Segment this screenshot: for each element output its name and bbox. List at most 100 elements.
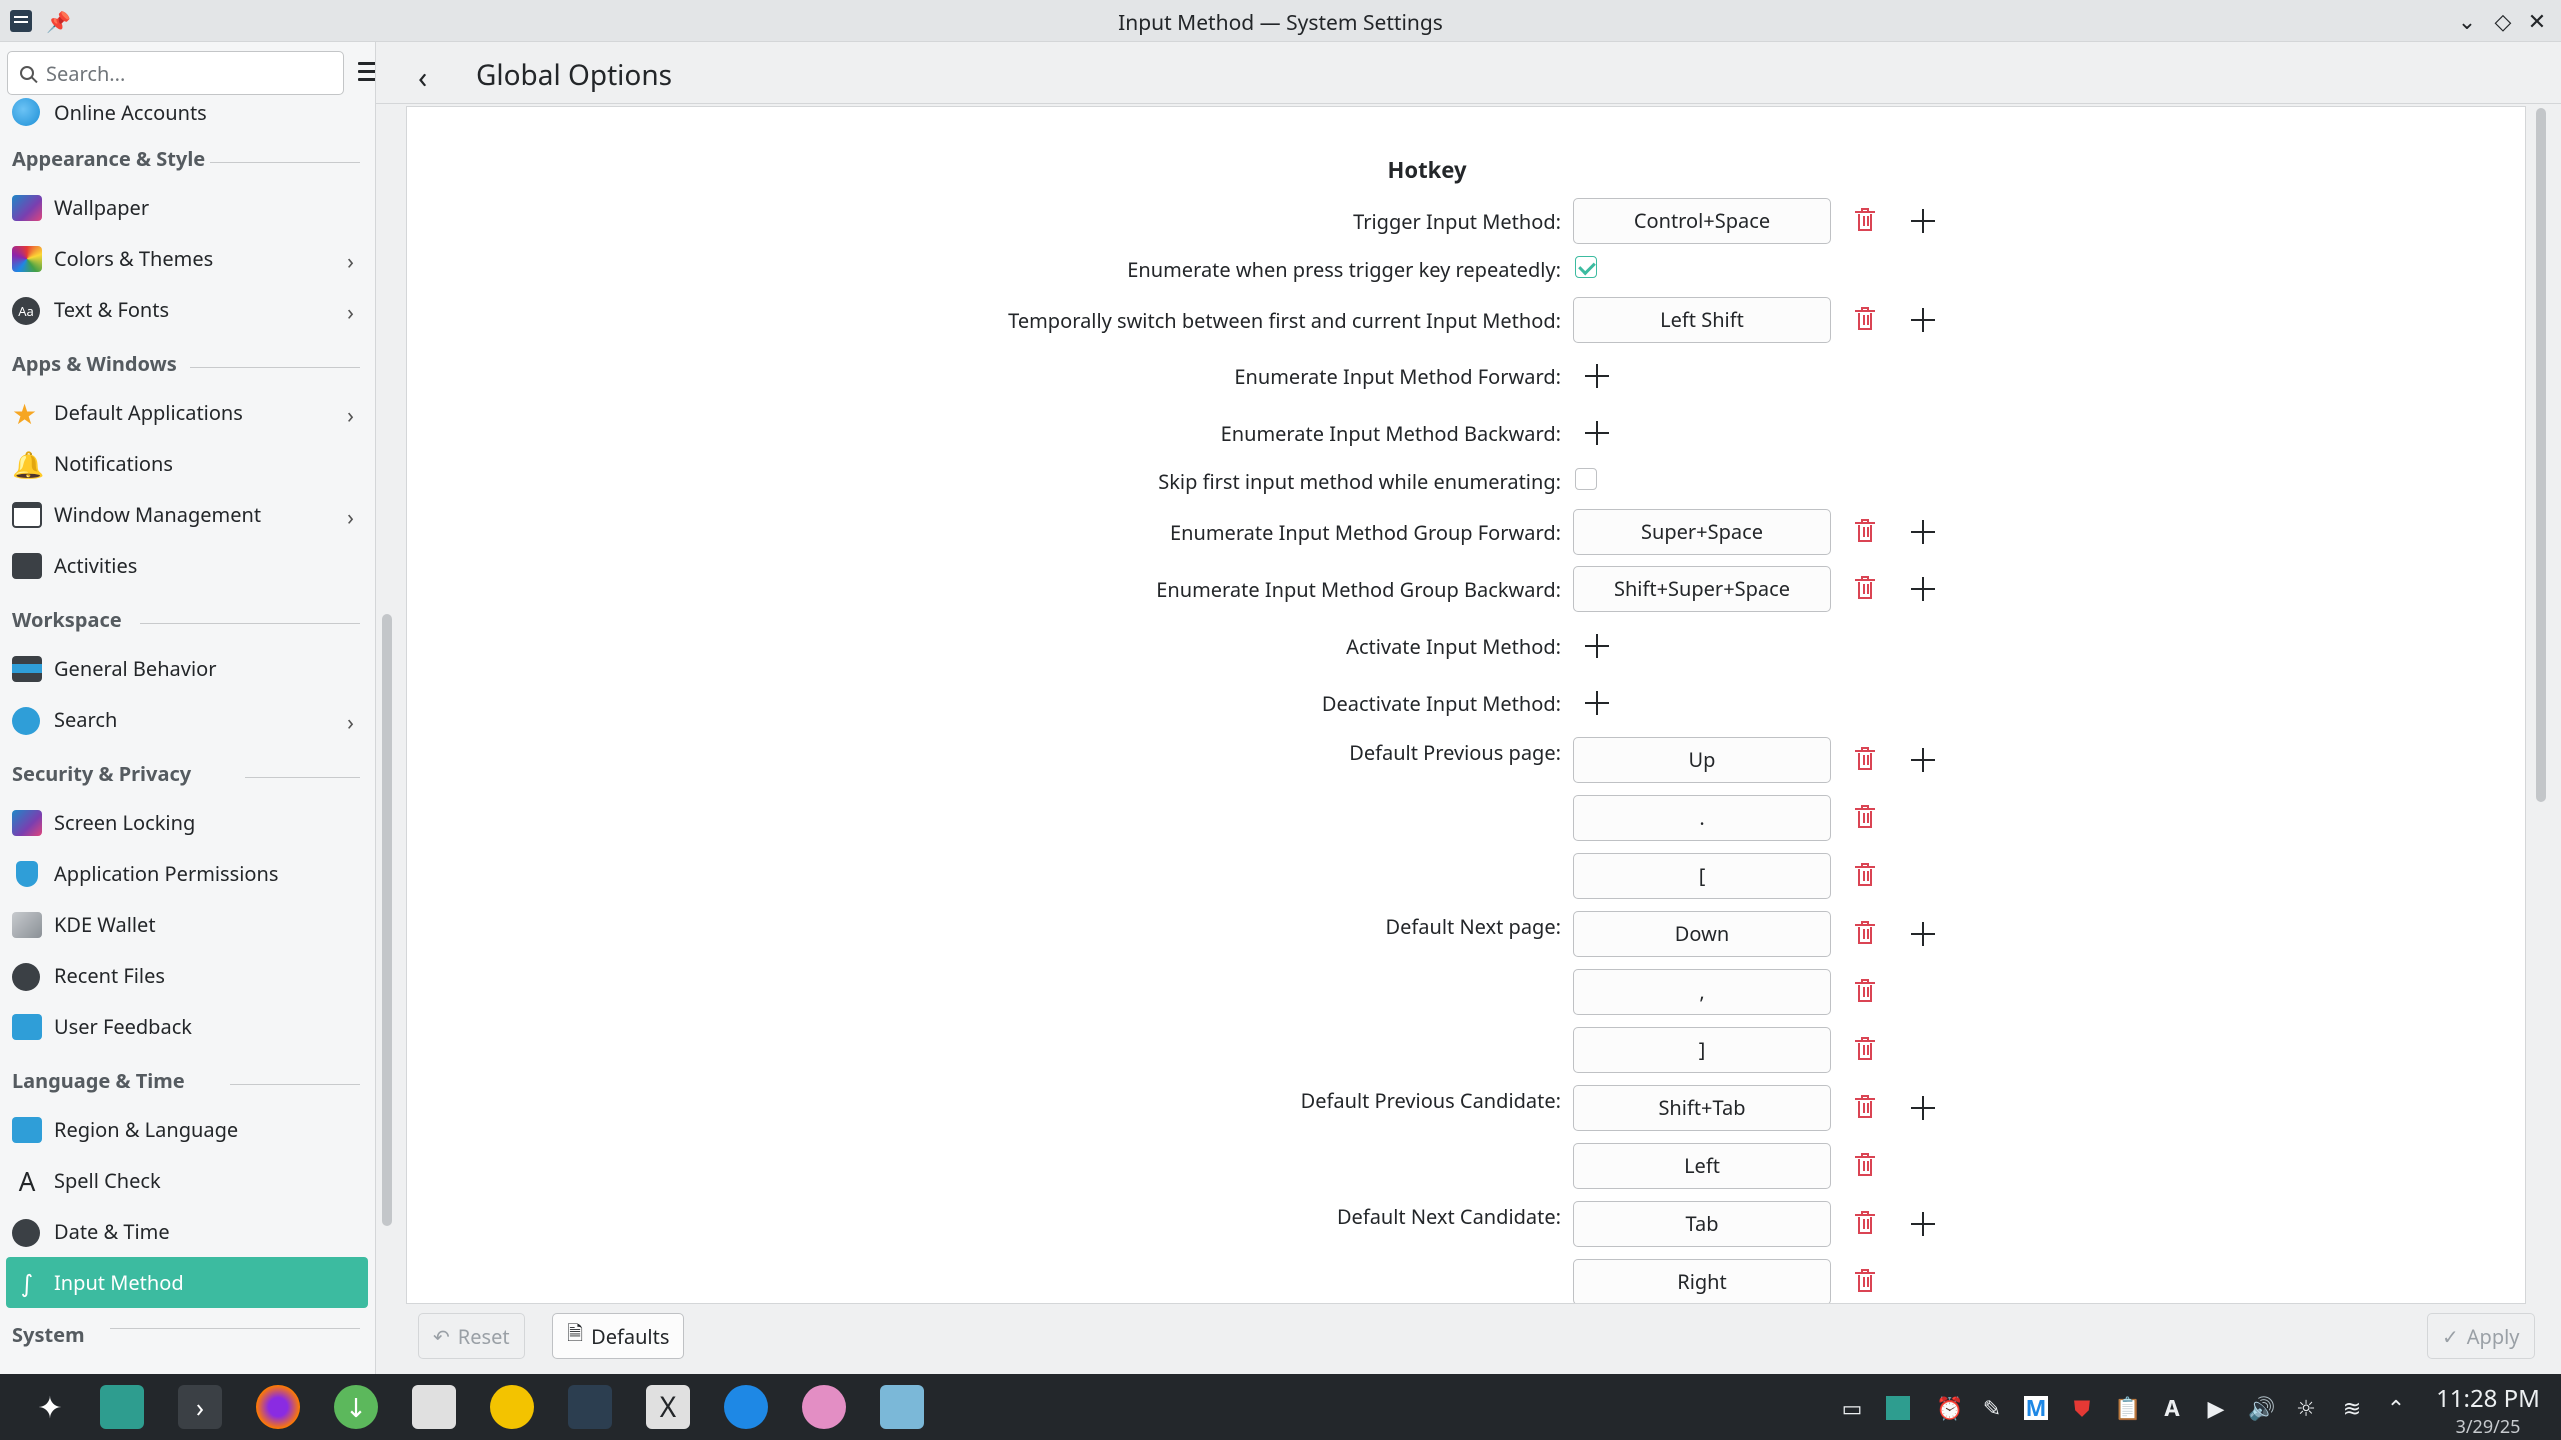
volume-icon[interactable]: 🔊 bbox=[2248, 1396, 2275, 1420]
trash-icon[interactable] bbox=[1855, 1153, 1875, 1177]
plus-icon[interactable] bbox=[1911, 1212, 1935, 1236]
sidebar-item-screen-locking[interactable]: Screen Locking bbox=[0, 797, 375, 848]
trash-icon[interactable] bbox=[1855, 1037, 1875, 1061]
plus-icon[interactable] bbox=[1911, 308, 1935, 332]
sidebar-item-default-applications[interactable]: ★ Default Applications › bbox=[0, 387, 375, 438]
trash-icon[interactable] bbox=[1855, 1095, 1875, 1119]
archive-icon[interactable] bbox=[412, 1385, 456, 1429]
next-page-key-button[interactable]: ] bbox=[1573, 1027, 1831, 1073]
trash-icon[interactable] bbox=[1855, 747, 1875, 771]
maximize-icon[interactable]: ◇ bbox=[2488, 6, 2518, 36]
system-settings-taskbar-icon[interactable] bbox=[568, 1385, 612, 1429]
x-app-icon[interactable]: X bbox=[646, 1385, 690, 1429]
prev-page-key-button[interactable]: [ bbox=[1573, 853, 1831, 899]
minimize-icon[interactable]: ⌄ bbox=[2452, 6, 2482, 36]
download-icon[interactable]: ↓ bbox=[334, 1385, 378, 1429]
sidebar-item-date-time[interactable]: Date & Time bbox=[0, 1206, 375, 1257]
enumerate-repeat-checkbox[interactable] bbox=[1575, 256, 1597, 278]
trash-icon[interactable] bbox=[1855, 863, 1875, 887]
chevron-up-icon[interactable]: ⌃ bbox=[2384, 1396, 2408, 1420]
chat-icon[interactable] bbox=[802, 1385, 846, 1429]
sidebar-item-window-management[interactable]: Window Management › bbox=[0, 489, 375, 540]
plus-icon[interactable] bbox=[1585, 691, 1609, 715]
media-player-icon[interactable] bbox=[490, 1385, 534, 1429]
sidebar-item-search[interactable]: Search › bbox=[0, 694, 375, 745]
plus-icon[interactable] bbox=[1911, 209, 1935, 233]
row-enumerate-repeat: Enumerate when press trigger key repeate… bbox=[407, 250, 2525, 296]
search-input[interactable]: Search... bbox=[7, 51, 344, 95]
temp-switch-key-button[interactable]: Left Shift bbox=[1573, 297, 1831, 343]
sidebar-item-online-accounts[interactable]: Online Accounts bbox=[0, 94, 375, 130]
media-play-icon[interactable]: ▶ bbox=[2204, 1396, 2228, 1420]
prev-candidate-key-button[interactable]: Shift+Tab bbox=[1573, 1085, 1831, 1131]
sidebar-item-application-permissions[interactable]: Application Permissions bbox=[0, 848, 375, 899]
back-arrow-icon[interactable]: ‹ bbox=[418, 56, 427, 97]
sidebar-item-spell-check[interactable]: A Spell Check bbox=[0, 1155, 375, 1206]
trigger-key-button[interactable]: Control+Space bbox=[1573, 198, 1831, 244]
content-scrollbar[interactable] bbox=[2536, 108, 2546, 802]
prev-page-key-button[interactable]: . bbox=[1573, 795, 1831, 841]
defaults-button[interactable]: 🗎 Defaults bbox=[552, 1313, 685, 1359]
sidebar-item-notifications[interactable]: 🔔 Notifications bbox=[0, 438, 375, 489]
trash-icon[interactable] bbox=[1855, 519, 1875, 543]
security-icon[interactable]: ⛊ bbox=[2070, 1396, 2094, 1420]
sidebar-item-recent-files[interactable]: Recent Files bbox=[0, 950, 375, 1001]
sidebar-item-general-behavior[interactable]: General Behavior bbox=[0, 643, 375, 694]
terminal-icon[interactable]: › bbox=[178, 1385, 222, 1429]
plus-icon[interactable] bbox=[1585, 421, 1609, 445]
sidebar-item-user-feedback[interactable]: User Feedback bbox=[0, 1001, 375, 1052]
plus-icon[interactable] bbox=[1911, 520, 1935, 544]
screenshot-icon[interactable] bbox=[880, 1385, 924, 1429]
brightness-icon[interactable]: ☼ bbox=[2294, 1396, 2318, 1420]
clipboard-icon[interactable]: 📋 bbox=[2114, 1396, 2141, 1420]
workspace-icon[interactable] bbox=[1886, 1396, 1910, 1420]
plus-icon[interactable] bbox=[1911, 748, 1935, 772]
trash-icon[interactable] bbox=[1855, 979, 1875, 1003]
prev-candidate-key-button[interactable]: Left bbox=[1573, 1143, 1831, 1189]
plus-icon[interactable] bbox=[1585, 364, 1609, 388]
trash-icon[interactable] bbox=[1855, 208, 1875, 232]
plus-icon[interactable] bbox=[1585, 634, 1609, 658]
next-page-key-button[interactable]: , bbox=[1573, 969, 1831, 1015]
next-candidate-key-button[interactable]: Right bbox=[1573, 1259, 1831, 1303]
reset-button[interactable]: ↶ Reset bbox=[418, 1313, 525, 1359]
browser-icon[interactable] bbox=[724, 1385, 768, 1429]
plus-icon[interactable] bbox=[1911, 577, 1935, 601]
trash-icon[interactable] bbox=[1855, 307, 1875, 331]
skip-first-checkbox[interactable] bbox=[1575, 468, 1597, 490]
plus-icon[interactable] bbox=[1911, 1096, 1935, 1120]
close-icon[interactable]: ✕ bbox=[2522, 6, 2552, 36]
app-launcher-icon[interactable]: ✦ bbox=[28, 1385, 72, 1429]
alarm-icon[interactable]: ⏰ bbox=[1936, 1396, 1963, 1420]
group-forward-key-button[interactable]: Super+Space bbox=[1573, 509, 1831, 555]
group-backward-key-button[interactable]: Shift+Super+Space bbox=[1573, 566, 1831, 612]
plus-icon[interactable] bbox=[1911, 922, 1935, 946]
next-candidate-key-button[interactable]: Tab bbox=[1573, 1201, 1831, 1247]
trash-icon[interactable] bbox=[1855, 805, 1875, 829]
sidebar-item-activities[interactable]: Activities bbox=[0, 540, 375, 591]
wifi-icon[interactable]: ≋ bbox=[2340, 1396, 2364, 1420]
trash-icon[interactable] bbox=[1855, 1269, 1875, 1293]
sidebar-item-text-fonts[interactable]: Aa Text & Fonts › bbox=[0, 284, 375, 335]
next-page-key-button[interactable]: Down bbox=[1573, 911, 1831, 957]
sidebar-item-kde-wallet[interactable]: KDE Wallet bbox=[0, 899, 375, 950]
row-activate: Activate Input Method: bbox=[407, 623, 2525, 669]
desktop-icon[interactable]: ▭ bbox=[1840, 1396, 1864, 1420]
mail-icon[interactable]: M bbox=[2024, 1396, 2048, 1420]
sidebar-item-wallpaper[interactable]: Wallpaper bbox=[0, 182, 375, 233]
firefox-icon[interactable] bbox=[256, 1385, 300, 1429]
prev-page-key-button[interactable]: Up bbox=[1573, 737, 1831, 783]
trash-icon[interactable] bbox=[1855, 576, 1875, 600]
trash-icon[interactable] bbox=[1855, 921, 1875, 945]
input-method-tray-icon[interactable]: A bbox=[2160, 1396, 2184, 1420]
file-manager-icon[interactable] bbox=[100, 1385, 144, 1429]
clock[interactable]: 11:28 PM 3/29/25 bbox=[2428, 1382, 2548, 1439]
hamburger-menu-icon[interactable] bbox=[358, 62, 375, 82]
pen-icon[interactable]: ✎ bbox=[1980, 1396, 2004, 1420]
apply-button[interactable]: ✓ Apply bbox=[2427, 1313, 2535, 1359]
sidebar-item-region-language[interactable]: Region & Language bbox=[0, 1104, 375, 1155]
trash-icon[interactable] bbox=[1855, 1211, 1875, 1235]
sidebar-item-colors-themes[interactable]: Colors & Themes › bbox=[0, 233, 375, 284]
sidebar-item-input-method[interactable]: ∫ Input Method bbox=[6, 1257, 368, 1308]
sidebar-scrollbar[interactable] bbox=[382, 614, 392, 1226]
